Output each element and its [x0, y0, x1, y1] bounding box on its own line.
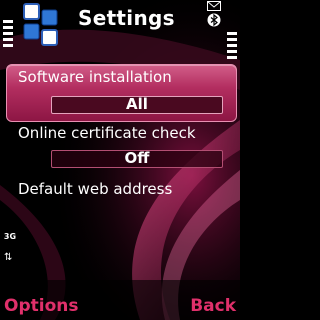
envelope-icon — [207, 1, 221, 11]
setting-value: All — [126, 95, 148, 113]
setting-value-field[interactable]: All — [51, 95, 223, 114]
signal-strength-icon — [3, 20, 13, 47]
data-transfer-icon: ⇅ — [4, 252, 13, 263]
setting-value-field[interactable]: Off — [51, 149, 223, 168]
setting-label: Online certificate check — [18, 124, 196, 142]
options-softkey[interactable]: Options — [4, 296, 78, 316]
setting-label: Software installation — [18, 68, 172, 86]
network-mode-indicator: 3G — [3, 232, 17, 241]
settings-app-icon — [23, 3, 58, 46]
battery-icon — [227, 32, 237, 59]
setting-value: Off — [124, 149, 150, 167]
page-title: Settings — [78, 6, 175, 30]
back-softkey[interactable]: Back — [190, 296, 236, 316]
bluetooth-icon — [207, 13, 221, 27]
setting-label: Default web address — [18, 180, 173, 198]
title-bar: Settings — [0, 0, 240, 59]
